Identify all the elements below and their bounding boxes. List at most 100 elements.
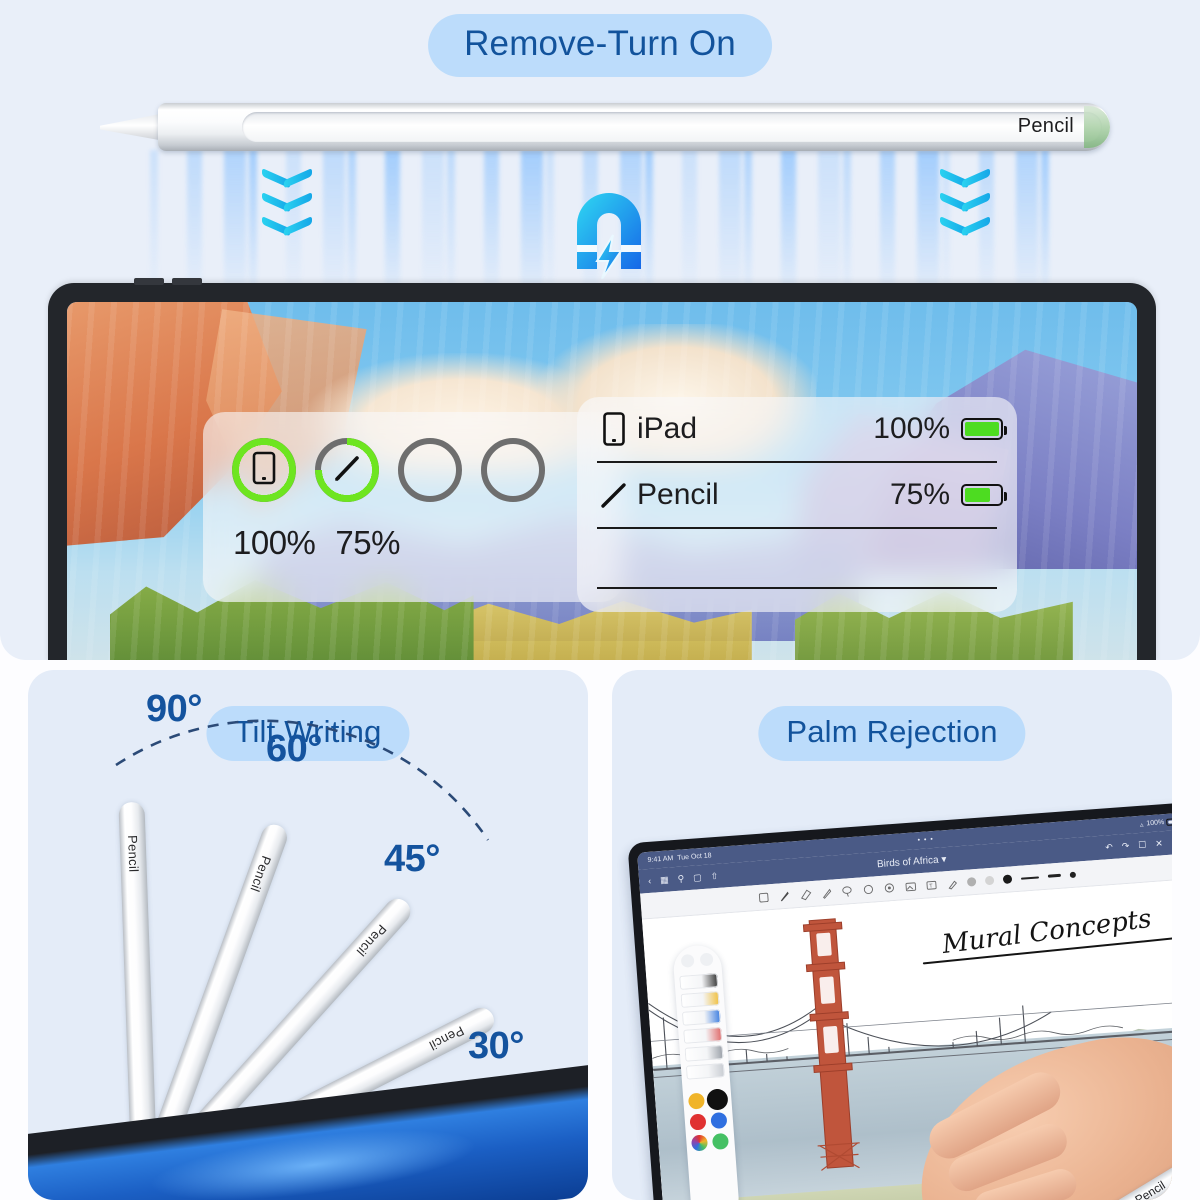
battery-row-pencil: Pencil 75% [591,463,1007,527]
light-beam [744,150,752,300]
thin-line[interactable] [1020,875,1039,880]
light-beam [484,150,499,300]
close-icon[interactable]: ✕ [1155,838,1163,850]
power-button[interactable] [172,278,202,285]
status-time: 9:41 AM [647,855,674,864]
chevron-down-icon-group-left [262,168,318,248]
battery-ring-empty-slot-icon[interactable] [398,438,462,502]
ring-percent-ipad: 100% [233,524,316,561]
battery-icon [961,484,1007,506]
pencil-icon [591,480,637,510]
chevron-down-icon [940,216,986,232]
layers-icon[interactable] [757,890,770,905]
pen-tool[interactable] [678,973,718,991]
battery-list-widget[interactable]: iPad 100% Pencil 75% [577,397,1017,612]
panel-palm-rejection: Palm Rejection 9:41 AM Tue Oct 18 • • • … [612,670,1172,1200]
battery-row-percent: 75% [889,478,950,511]
more-icon[interactable]: ⋯ [1171,836,1172,848]
pencil-icon [330,451,364,490]
eyedropper-icon[interactable] [945,876,958,891]
light-beam [224,150,246,300]
back-chevron-icon[interactable]: ‹ [648,876,652,886]
eraser-tool[interactable] [682,1027,722,1044]
angle-label-30: 30° [468,1025,524,1067]
battery-rings-widget[interactable]: 100% 75% [203,412,623,602]
palette-color-swatch[interactable] [708,1091,727,1109]
panel-remove-turn-on: Remove-Turn On Pencil 100% 75% iPad 100%… [0,0,1200,660]
battery-ring-ipad-icon[interactable] [232,438,296,502]
angle-label-90: 90° [146,688,202,730]
menu-dots-icon[interactable]: • • • [917,836,934,844]
chevron-down-icon [262,168,308,184]
redo-icon[interactable] [699,952,714,967]
wifi-icon: ▵ [1139,821,1144,829]
light-beam [1041,150,1049,300]
light-beam [249,150,257,300]
share-icon[interactable]: ⇧ [710,870,718,882]
light-beam [719,150,741,300]
palette-color-swatch[interactable] [687,1092,706,1110]
ruler-tool[interactable] [685,1063,725,1080]
palette-color-swatch[interactable] [691,1134,709,1152]
text-icon[interactable]: T [924,877,937,892]
battery-ring-percent-labels: 100% 75% [203,524,623,562]
lasso-icon[interactable] [840,884,853,899]
row-divider [597,587,997,589]
light-beam [843,150,851,300]
palette-color-swatch[interactable] [711,1132,730,1151]
status-battery: 100% [1146,819,1165,828]
angle-label-45: 45° [384,838,440,880]
stylus-brand-label: Pencil [1017,115,1074,137]
shape-icon[interactable] [861,882,874,897]
bookmark-icon[interactable]: ▢ [693,872,702,884]
undo-icon[interactable]: ↶ [1105,841,1113,853]
marker-tool[interactable] [681,1009,721,1026]
ipad-icon [251,451,277,490]
pen-icon[interactable] [778,888,791,903]
battery-ring-empty-slot-icon[interactable] [481,438,545,502]
palette-color-swatch[interactable] [710,1111,728,1130]
light-beam [781,150,796,300]
ipad-screen-notes-app: 9:41 AM Tue Oct 18 • • • ▵ 100% ‹ ▦ ⚲ ▢ … [637,812,1172,1200]
document-title[interactable]: Birds of Africa ▾ [877,854,947,870]
light-beam [818,150,840,300]
palette-color-swatch[interactable] [689,1113,707,1131]
image-icon[interactable] [903,879,916,894]
battery-icon [961,418,1007,440]
redo-icon[interactable]: ↷ [1121,840,1129,852]
battery-row-ipad: iPad 100% [591,397,1007,461]
pencil-icon[interactable] [820,885,833,900]
color-swatch[interactable] [984,875,994,886]
status-date: Tue Oct 18 [677,852,712,862]
ring-track [398,438,462,502]
grid-icon[interactable]: ▦ [660,874,669,886]
light-beam [348,150,356,300]
medium-line[interactable] [1047,873,1061,878]
eraser-icon[interactable] [799,887,812,902]
volume-button[interactable] [134,278,164,285]
dot[interactable] [1069,871,1076,878]
color-swatch-grid[interactable] [687,1091,730,1152]
light-beam [682,150,697,300]
target-icon[interactable] [882,880,895,895]
drawing-canvas[interactable]: Mural Concepts Pencil [642,879,1172,1200]
chevron-down-icon [940,168,986,184]
chevron-down-icon [262,192,308,208]
undo-icon[interactable] [680,953,695,968]
color-swatch[interactable] [966,877,976,887]
highlighter-tool[interactable] [680,991,720,1008]
color-swatch[interactable] [1002,874,1012,885]
magnet-charge-icon [563,183,655,280]
light-beam [422,150,444,300]
panel-title-palm-rejection: Palm Rejection [758,706,1026,761]
light-beam [1016,150,1038,300]
panel-tilt-writing: Tilt Writing Pencil Pencil Pencil Pencil [28,670,588,1200]
battery-ring-pencil-icon[interactable] [315,438,379,502]
brush-tool[interactable] [684,1045,724,1062]
ipad-device-palm-rejection: 9:41 AM Tue Oct 18 • • • ▵ 100% ‹ ▦ ⚲ ▢ … [627,801,1172,1200]
new-page-icon[interactable]: ☐ [1138,839,1147,851]
chevron-down-icon: ▾ [940,853,947,865]
search-icon[interactable]: ⚲ [677,873,684,884]
pencil-label: Pencil [125,834,142,873]
panel-title-remove-turn-on: Remove-Turn On [428,14,772,77]
